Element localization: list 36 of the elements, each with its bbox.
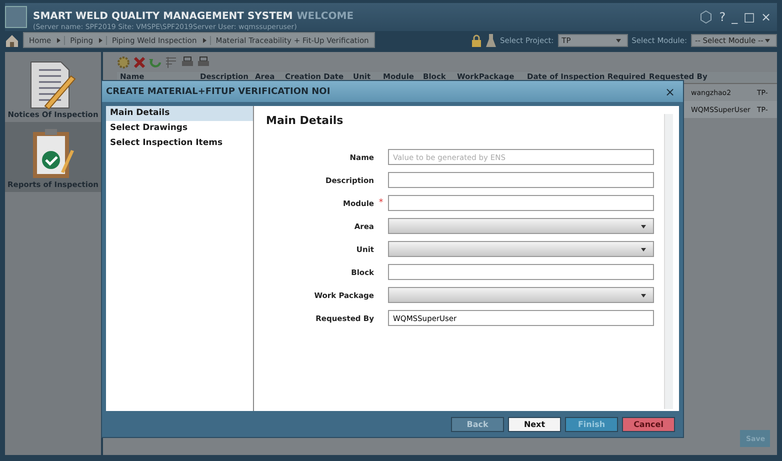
dialog-title: CREATE MATERIAL+FITUP VERIFICATION NOI [106, 86, 330, 96]
dropdown-field[interactable] [388, 287, 654, 303]
wizard-step[interactable]: Main Details [106, 106, 253, 121]
window-control[interactable]: ? [719, 10, 726, 24]
padlock-icon[interactable] [470, 34, 482, 46]
flask-icon[interactable] [486, 34, 496, 46]
window-control[interactable]: □ [744, 10, 755, 24]
caret-icon [616, 38, 621, 42]
dropdown-field[interactable] [388, 241, 654, 257]
wizard-button[interactable]: Next [508, 416, 561, 432]
table-icon[interactable] [165, 56, 178, 69]
app-title: SMART WELD QUALITY MANAGEMENT SYSTEM [33, 10, 293, 22]
print-icon[interactable] [181, 56, 194, 69]
home-icon[interactable] [5, 34, 19, 46]
gear-icon[interactable] [117, 56, 130, 69]
chevron-icon [202, 38, 207, 42]
input-field[interactable] [388, 195, 654, 211]
wizard-button[interactable]: Cancel [622, 416, 675, 432]
window-control[interactable]: × [760, 10, 771, 24]
welcome-text: WELCOME [296, 10, 354, 22]
caret-icon [765, 38, 770, 42]
caret-icon [641, 292, 646, 298]
section-heading: Main Details [266, 114, 344, 127]
delete-icon[interactable] [133, 56, 146, 69]
close-button[interactable]: × [664, 84, 675, 98]
input-field[interactable] [388, 264, 654, 280]
required-marker: * [378, 198, 384, 208]
chevron-icon [98, 38, 103, 42]
input-field[interactable] [388, 172, 654, 188]
caret-icon [641, 246, 646, 252]
chevron-icon [56, 38, 62, 42]
caret-icon [641, 224, 646, 228]
print-icon[interactable] [197, 56, 210, 69]
window-control[interactable]: _ [732, 10, 738, 24]
scrollbar[interactable] [664, 114, 673, 409]
dropdown-field[interactable] [388, 218, 654, 234]
